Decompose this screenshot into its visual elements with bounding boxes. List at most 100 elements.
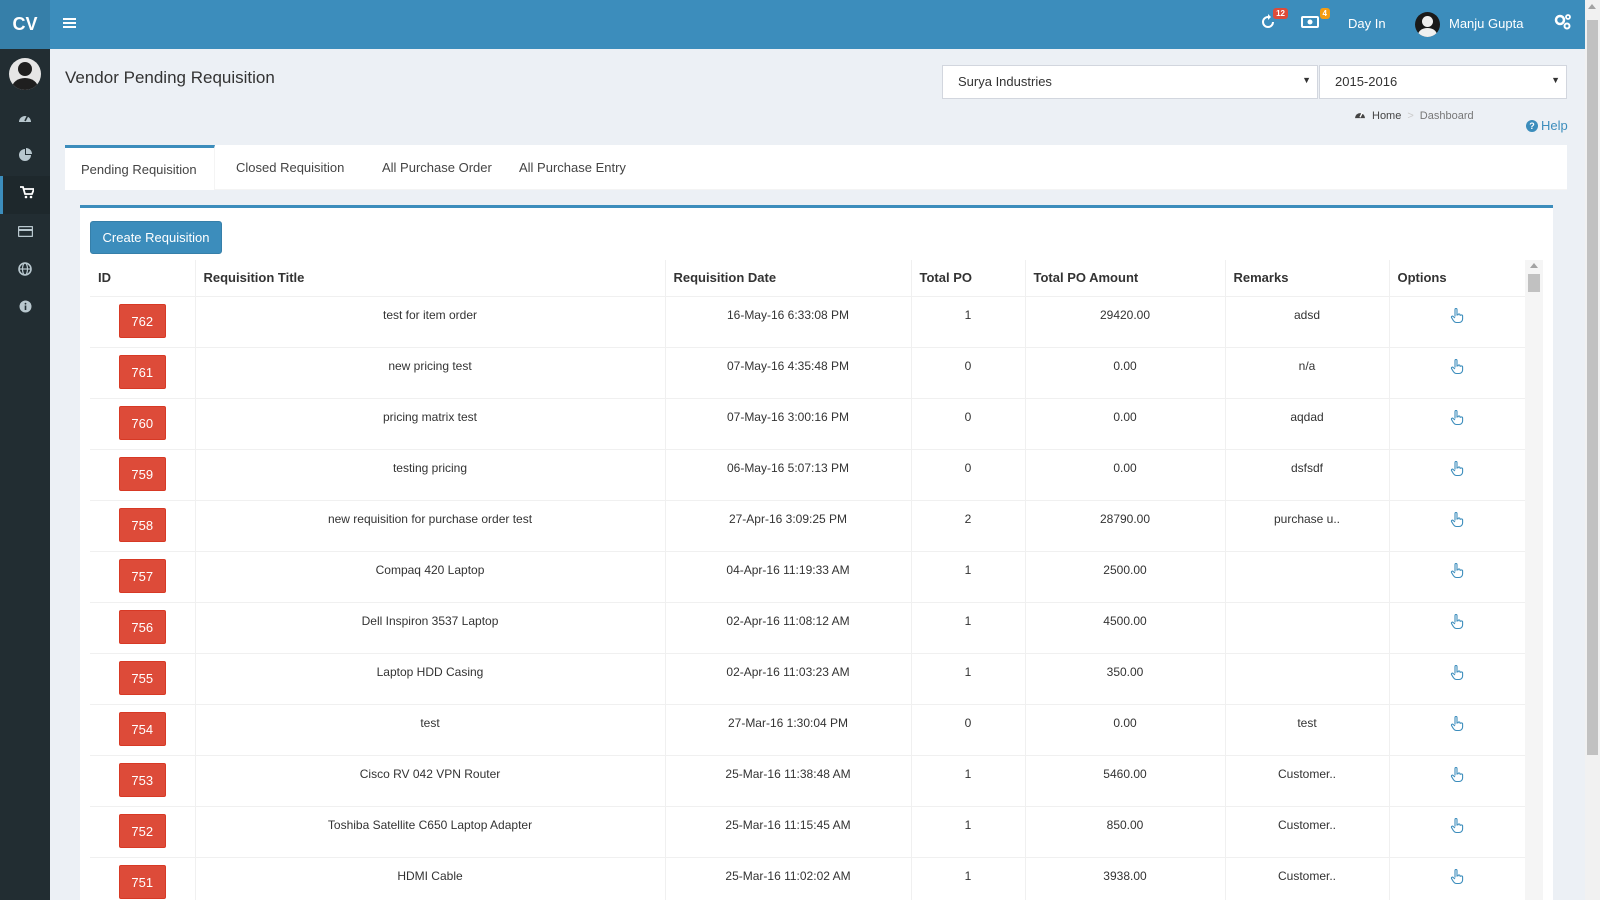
company-select[interactable]: Surya Industries ▼ <box>942 65 1318 99</box>
table-row[interactable]: 760 pricing matrix test 07-May-16 3:00:16 … <box>90 397 1525 449</box>
requisition-id-badge[interactable]: 761 <box>118 354 166 389</box>
hand-pointer-icon[interactable] <box>1449 715 1465 732</box>
requisition-id-badge[interactable]: 762 <box>118 303 166 338</box>
tab-all-purchase-entry[interactable]: All Purchase Entry <box>503 145 642 190</box>
requisition-id-badge[interactable]: 759 <box>118 456 166 491</box>
sidebar-item-payments[interactable] <box>0 214 50 252</box>
amount-cell: 28790.00 <box>1025 499 1226 551</box>
date-cell: 07-May-16 4:35:48 PM <box>665 346 912 398</box>
table-row[interactable]: 761 new pricing test 07-May-16 4:35:48 PM 0… <box>90 346 1525 398</box>
requisition-id-badge[interactable]: 758 <box>118 507 166 542</box>
sidebar-item-purchase[interactable] <box>0 176 50 214</box>
total-po-cell: 1 <box>911 601 1026 653</box>
amount-cell: 29420.00 <box>1025 295 1226 347</box>
sidebar <box>0 49 50 900</box>
tab-closed-requisition[interactable]: Closed Requisition <box>220 145 360 190</box>
total-po-cell: 0 <box>911 448 1026 500</box>
tab-pending-requisition[interactable]: Pending Requisition <box>65 145 215 190</box>
hand-pointer-icon[interactable] <box>1449 613 1465 630</box>
help-link[interactable]: ? Help <box>1526 118 1568 133</box>
options-cell <box>1389 703 1525 755</box>
scroll-thumb[interactable] <box>1587 20 1598 755</box>
table-scroll-thumb[interactable] <box>1528 274 1540 292</box>
column-header-total-po[interactable]: Total PO <box>911 260 1026 297</box>
table-header-row: ID Requisition Title Requisition Date To… <box>90 260 1525 297</box>
hand-pointer-icon[interactable] <box>1449 409 1465 426</box>
table-row[interactable]: 758 new requisition for purchase order te… <box>90 499 1525 551</box>
id-cell: 759 <box>90 448 196 500</box>
requisition-id-badge[interactable]: 751 <box>118 864 166 899</box>
hand-pointer-icon[interactable] <box>1449 358 1465 375</box>
title-cell: HDMI Cable <box>195 856 666 900</box>
hand-pointer-icon[interactable] <box>1449 511 1465 528</box>
date-cell: 07-May-16 3:00:16 PM <box>665 397 912 449</box>
table-row[interactable]: 754 test 27-Mar-16 1:30:04 PM 0 0.00 test <box>90 703 1525 755</box>
year-select-value: 2015-2016 <box>1335 74 1398 89</box>
hand-pointer-icon[interactable] <box>1449 562 1465 579</box>
options-cell <box>1389 499 1525 551</box>
title-cell: Compaq 420 Laptop <box>195 550 666 602</box>
hand-pointer-icon[interactable] <box>1449 307 1465 324</box>
table-row[interactable]: 756 Dell Inspiron 3537 Laptop 02-Apr-16 11… <box>90 601 1525 653</box>
column-header-remarks[interactable]: Remarks <box>1225 260 1390 297</box>
date-cell: 25-Mar-16 11:15:45 AM <box>665 805 912 857</box>
column-header-title[interactable]: Requisition Title <box>195 260 666 297</box>
requisition-id-badge[interactable]: 757 <box>118 558 166 593</box>
requisition-id-badge[interactable]: 755 <box>118 660 166 695</box>
column-header-id[interactable]: ID <box>90 260 196 297</box>
requisition-id-badge[interactable]: 753 <box>118 762 166 797</box>
options-cell <box>1389 346 1525 398</box>
globe-icon <box>18 261 32 281</box>
notifications-button[interactable]: 12 <box>1256 8 1288 36</box>
amount-cell: 850.00 <box>1025 805 1226 857</box>
requisition-id-badge[interactable]: 752 <box>118 813 166 848</box>
hand-pointer-icon[interactable] <box>1449 817 1465 834</box>
table-row[interactable]: 757 Compaq 420 Laptop 04-Apr-16 11:19:33 A… <box>90 550 1525 602</box>
title-cell: test for item order <box>195 295 666 347</box>
scroll-up-arrow-icon[interactable] <box>1588 4 1596 9</box>
column-header-options[interactable]: Options <box>1389 260 1525 297</box>
table-row[interactable]: 751 HDMI Cable 25-Mar-16 11:02:02 AM 1 3938.… <box>90 856 1525 900</box>
page-scrollbar[interactable] <box>1585 0 1600 900</box>
messages-button[interactable]: 4 <box>1298 8 1330 36</box>
table-row[interactable]: 753 Cisco RV 042 VPN Router 25-Mar-16 11:3… <box>90 754 1525 806</box>
hand-pointer-icon[interactable] <box>1449 766 1465 783</box>
caret-down-icon: ▼ <box>1551 75 1560 85</box>
breadcrumb-home-link[interactable]: Home <box>1372 110 1401 122</box>
hand-pointer-icon[interactable] <box>1449 460 1465 477</box>
sidebar-user-avatar[interactable] <box>9 58 41 90</box>
requisition-id-badge[interactable]: 760 <box>118 405 166 440</box>
user-name-menu[interactable]: Manju Gupta <box>1449 16 1523 31</box>
requisition-id-badge[interactable]: 756 <box>118 609 166 644</box>
app-logo[interactable]: CV <box>0 0 50 49</box>
sidebar-item-reports[interactable] <box>0 138 50 176</box>
create-requisition-button[interactable]: Create Requisition <box>90 221 222 254</box>
hand-pointer-icon[interactable] <box>1449 868 1465 885</box>
table-row[interactable]: 762 test for item order 16-May-16 6:33:08 … <box>90 295 1525 347</box>
total-po-cell: 1 <box>911 652 1026 704</box>
sidebar-item-global[interactable] <box>0 252 50 290</box>
sidebar-item-info[interactable] <box>0 290 50 328</box>
table-row[interactable]: 755 Laptop HDD Casing 02-Apr-16 11:03:23 A… <box>90 652 1525 704</box>
column-header-amount[interactable]: Total PO Amount <box>1025 260 1226 297</box>
table-scrollbar[interactable] <box>1525 260 1543 900</box>
requisition-tabs: Pending Requisition Closed Requisition A… <box>65 145 1567 190</box>
table-row[interactable]: 752 Toshiba Satellite C650 Laptop Adapter… <box>90 805 1525 857</box>
scroll-up-arrow-icon[interactable] <box>1530 263 1538 268</box>
hand-pointer-icon[interactable] <box>1449 664 1465 681</box>
requisition-id-badge[interactable]: 754 <box>118 711 166 746</box>
tab-all-purchase-order[interactable]: All Purchase Order <box>366 145 508 190</box>
day-in-link[interactable]: Day In <box>1348 16 1386 31</box>
sidebar-item-dashboard[interactable] <box>0 100 50 138</box>
remarks-cell <box>1225 652 1390 704</box>
requisition-table: ID Requisition Title Requisition Date To… <box>90 260 1525 900</box>
column-header-date[interactable]: Requisition Date <box>665 260 912 297</box>
sidebar-toggle-icon[interactable] <box>62 15 80 33</box>
id-cell: 753 <box>90 754 196 806</box>
financial-year-select[interactable]: 2015-2016 ▼ <box>1319 65 1567 99</box>
table-row[interactable]: 759 testing pricing 06-May-16 5:07:13 PM 0 0… <box>90 448 1525 500</box>
settings-button[interactable] <box>1551 12 1575 36</box>
date-cell: 27-Mar-16 1:30:04 PM <box>665 703 912 755</box>
options-cell <box>1389 601 1525 653</box>
user-avatar[interactable] <box>1415 12 1440 37</box>
